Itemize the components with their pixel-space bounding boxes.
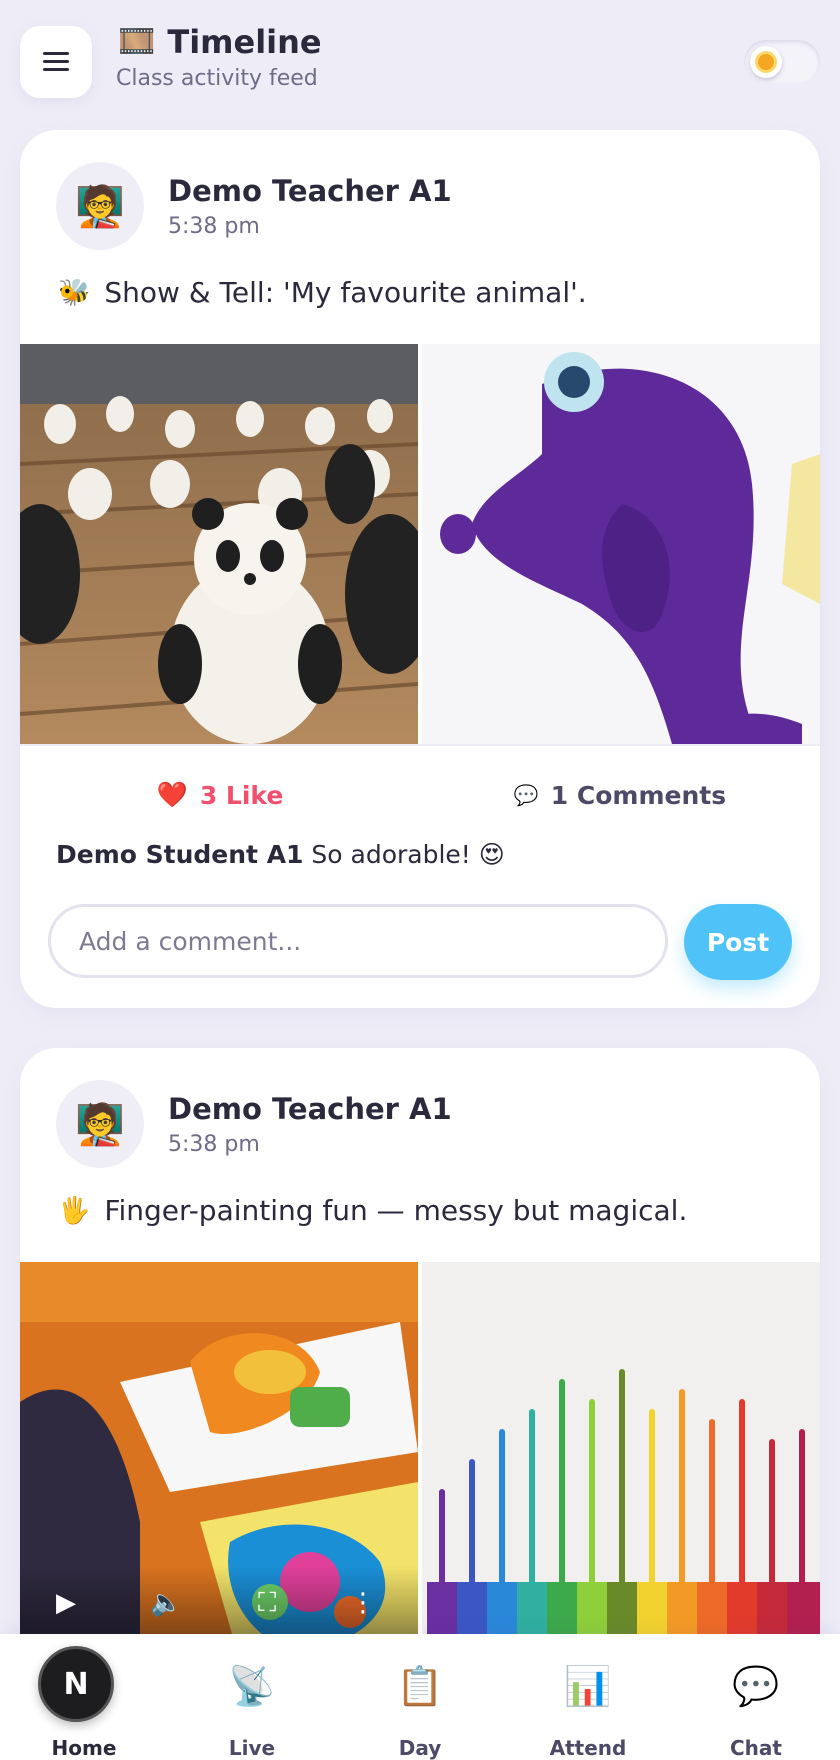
sun-icon <box>758 54 774 70</box>
nav-label: Day <box>398 1736 442 1760</box>
more-options-icon[interactable]: ⋮ <box>350 1588 376 1618</box>
latest-comment: Demo Student A1 So adorable! 😍 <box>56 840 505 869</box>
comment-text: So adorable! 😍 <box>311 840 505 869</box>
nav-live[interactable]: 📡 Live <box>168 1634 336 1760</box>
fullscreen-icon[interactable]: ⛶ <box>258 1588 276 1619</box>
nav-day[interactable]: 📋 Day <box>336 1634 504 1760</box>
nav-label: Chat <box>730 1736 782 1760</box>
avatar: 🧑‍🏫 <box>56 162 144 250</box>
nav-home[interactable]: N Home <box>0 1634 168 1760</box>
theme-toggle[interactable] <box>744 40 820 84</box>
speech-bubble-icon: 💬 <box>513 783 539 807</box>
nav-chat[interactable]: 💬 Chat <box>672 1634 840 1760</box>
film-frames-icon: 🎞️ <box>118 24 156 59</box>
divider <box>20 744 820 746</box>
satellite-dish-icon: 📡 <box>228 1663 276 1708</box>
hamburger-menu-icon <box>43 52 69 72</box>
post-time: 5:38 pm <box>168 1131 260 1157</box>
nav-label: Live <box>228 1736 276 1760</box>
melted-crayon-art-photo[interactable] <box>422 1262 820 1662</box>
panda-figurines-photo[interactable] <box>20 344 418 744</box>
post-caption: 🖐️ Finger-painting fun — messy but magic… <box>58 1194 687 1227</box>
home-logo-icon: N <box>38 1646 114 1722</box>
post-media: ▶ 🔈 ⛶ ⋮ <box>20 1262 820 1662</box>
app-header: 🎞️ Timeline Class activity feed <box>0 0 840 120</box>
menu-button[interactable] <box>20 26 92 98</box>
caption-text: Finger-painting fun — messy but magical. <box>104 1194 688 1227</box>
post-media <box>20 344 820 744</box>
comments-button[interactable]: 💬 1 Comments <box>420 770 820 820</box>
purple-seahorse-plush-photo[interactable] <box>422 344 820 744</box>
page-title: Timeline <box>167 23 322 61</box>
heart-icon: ❤️ <box>156 780 188 809</box>
avatar: 🧑‍🏫 <box>56 1080 144 1168</box>
page-subtitle: Class activity feed <box>116 66 318 91</box>
chat-bubble-icon: 💬 <box>732 1663 780 1708</box>
post-card: 🧑‍🏫 Demo Teacher A1 5:38 pm 🖐️ Finger-pa… <box>20 1048 820 1688</box>
post-author: 🧑‍🏫 Demo Teacher A1 5:38 pm <box>56 162 452 250</box>
like-count: 3 Like <box>199 780 284 810</box>
post-time: 5:38 pm <box>168 213 260 239</box>
comment-count: 1 Comments <box>550 780 727 810</box>
nav-attend[interactable]: 📊 Attend <box>504 1634 672 1760</box>
comment-author: Demo Student A1 <box>56 840 304 869</box>
toggle-knob <box>750 46 782 78</box>
post-card: 🧑‍🏫 Demo Teacher A1 5:38 pm 🐝 Show & Tel… <box>20 130 820 1008</box>
comment-input[interactable] <box>48 904 668 978</box>
author-name: Demo Teacher A1 <box>168 173 452 208</box>
post-actions: ❤️ 3 Like 💬 1 Comments <box>20 770 820 820</box>
clipboard-icon: 📋 <box>396 1663 444 1708</box>
nav-label: Attend <box>549 1736 627 1760</box>
author-name: Demo Teacher A1 <box>168 1091 452 1126</box>
post-comment-button[interactable]: Post <box>684 904 792 980</box>
volume-icon[interactable]: 🔈 <box>150 1588 182 1618</box>
child-painting-video[interactable]: ▶ 🔈 ⛶ ⋮ <box>20 1262 418 1662</box>
post-author: 🧑‍🏫 Demo Teacher A1 5:38 pm <box>56 1080 452 1168</box>
caption-text: Show & Tell: 'My favourite animal'. <box>104 276 587 309</box>
post-caption: 🐝 Show & Tell: 'My favourite animal'. <box>58 276 587 309</box>
bar-chart-icon: 📊 <box>564 1663 612 1708</box>
header-title-block: 🎞️ Timeline Class activity feed <box>116 22 322 91</box>
play-icon[interactable]: ▶ <box>56 1588 76 1618</box>
bottom-navigation: N Home 📡 Live 📋 Day 📊 Attend 💬 Chat <box>0 1634 840 1760</box>
bee-icon: 🐝 <box>58 277 91 308</box>
like-button[interactable]: ❤️ 3 Like <box>20 770 420 820</box>
raised-hand-icon: 🖐️ <box>58 1195 91 1226</box>
nav-label: Home <box>51 1736 117 1760</box>
